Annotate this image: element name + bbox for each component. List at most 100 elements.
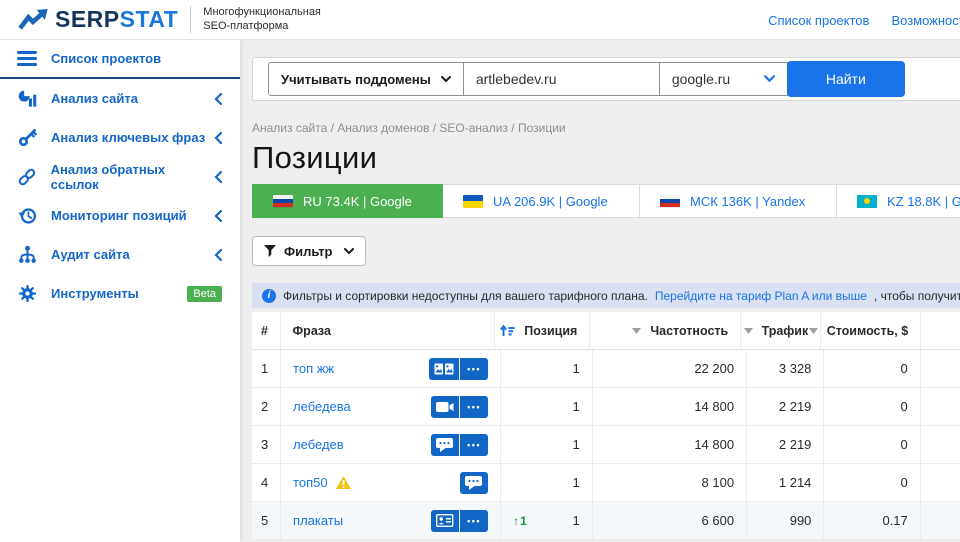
- header-link-features[interactable]: Возможности: [891, 13, 960, 28]
- upgrade-plan-link[interactable]: Перейдите на тариф Plan A или выше: [655, 289, 867, 303]
- serp-feature-pictures-badge[interactable]: [429, 358, 459, 380]
- keyword-link[interactable]: топ50: [293, 475, 328, 490]
- video-icon: [436, 401, 454, 413]
- volume-cell: 14 800: [593, 388, 747, 425]
- table-row: 3 лебедев ••• 1 14 800 2 219 0: [252, 426, 960, 464]
- domain-input[interactable]: [464, 62, 660, 96]
- brand-tagline: Многофункциональная SEO-платформа: [203, 6, 321, 34]
- breadcrumb-item[interactable]: Анализ доменов: [337, 121, 429, 135]
- keyword-link[interactable]: лебедев: [293, 437, 344, 452]
- info-icon: i: [262, 289, 276, 303]
- col-header-position[interactable]: Позиция: [495, 312, 590, 349]
- more-features-badge[interactable]: •••: [460, 434, 488, 456]
- tab-ua-google[interactable]: UA 206.9K | Google: [443, 184, 640, 218]
- phrase-cell: топ50: [281, 464, 501, 501]
- filter-button[interactable]: Фильтр: [252, 236, 366, 266]
- ru-flag-icon: [273, 195, 293, 208]
- col-header-volume[interactable]: Частотность: [590, 312, 741, 349]
- page-title: Позиции: [252, 140, 960, 176]
- keyword-link[interactable]: лебедева: [293, 399, 351, 414]
- breadcrumb-item[interactable]: SEO-анализ: [439, 121, 508, 135]
- serp-feature-comments-badge[interactable]: [431, 434, 459, 456]
- row-number: 3: [252, 426, 281, 463]
- chevron-left-icon: [214, 249, 222, 261]
- sidebar-item-project-list[interactable]: Список проектов: [0, 40, 240, 79]
- col-header-num: #: [252, 312, 281, 349]
- sidebar-item-site-audit[interactable]: Аудит сайта: [0, 235, 240, 274]
- header-nav: Список проектов Возможности: [768, 0, 960, 40]
- header-link-project-list[interactable]: Список проектов: [768, 13, 869, 28]
- chevron-left-icon: [214, 132, 222, 144]
- domain-search-card: Учитывать поддомены google.ru Найти: [252, 57, 960, 101]
- search-engine-select[interactable]: google.ru: [660, 62, 788, 96]
- more-features-badge[interactable]: •••: [460, 510, 488, 532]
- hamburger-icon: [16, 51, 38, 66]
- id-card-icon: [436, 514, 454, 527]
- kz-flag-icon: [857, 195, 877, 208]
- brand-name: SERPSTAT: [55, 6, 178, 33]
- position-cell: 1: [501, 388, 593, 425]
- traffic-cell: 2 219: [747, 388, 824, 425]
- link-icon: [16, 167, 38, 187]
- sidebar-item-keyword-analysis[interactable]: Анализ ключевых фраз: [0, 118, 240, 157]
- volume-cell: 14 800: [593, 426, 747, 463]
- cost-cell: 0: [824, 426, 920, 463]
- serp-feature-comments-badge[interactable]: [460, 472, 488, 494]
- traffic-cell: 2 219: [747, 426, 824, 463]
- search-submit-button[interactable]: Найти: [787, 61, 905, 97]
- table-row: 4 топ50 1 8 100 1 214 0: [252, 464, 960, 502]
- serpstat-logo[interactable]: SERPSTAT: [18, 6, 178, 33]
- phrase-cell: плакаты •••: [281, 502, 501, 539]
- more-features-badge[interactable]: •••: [460, 396, 488, 418]
- sort-down-icon: [809, 328, 818, 334]
- serp-feature-video-badge[interactable]: [431, 396, 459, 418]
- chevron-left-icon: [214, 93, 222, 105]
- traffic-cell: 1 214: [747, 464, 824, 501]
- key-icon: [16, 128, 38, 147]
- col-header-cost[interactable]: Стоимость, $: [821, 312, 921, 349]
- row-number: 1: [252, 350, 281, 387]
- row-number: 2: [252, 388, 281, 425]
- table-header-row: # Фраза Позиция Частотность Трафик Стоим…: [252, 312, 960, 350]
- extra-cell: [921, 388, 960, 425]
- keyword-link[interactable]: плакаты: [293, 513, 343, 528]
- more-features-badge[interactable]: •••: [460, 358, 488, 380]
- extra-cell: [921, 350, 960, 387]
- sidebar-item-tools[interactable]: Инструменты Beta: [0, 274, 240, 313]
- tab-ru-google[interactable]: RU 73.4K | Google: [252, 184, 443, 218]
- breadcrumb-item[interactable]: Анализ сайта: [252, 121, 327, 135]
- position-cell: 1: [501, 350, 593, 387]
- sort-asc-icon: [500, 325, 515, 337]
- sort-down-icon: [632, 328, 641, 334]
- plan-restriction-banner: i Фильтры и сортировки недоступны для ва…: [252, 283, 960, 308]
- sidebar-item-site-analysis[interactable]: Анализ сайта: [0, 79, 240, 118]
- ellipsis-icon: •••: [467, 364, 481, 374]
- tab-kz-google[interactable]: KZ 18.8K | Google: [837, 184, 960, 218]
- chevron-left-icon: [214, 171, 222, 183]
- serpstat-chart-icon: [18, 9, 48, 31]
- subdomains-dropdown[interactable]: Учитывать поддомены: [268, 62, 464, 96]
- phrase-cell: топ жж •••: [281, 350, 501, 387]
- keyword-link[interactable]: топ жж: [293, 361, 334, 376]
- breadcrumb: Анализ сайта / Анализ доменов / SEO-анал…: [252, 121, 960, 135]
- sitemap-icon: [16, 245, 38, 264]
- ellipsis-icon: •••: [467, 440, 481, 450]
- warning-icon[interactable]: [336, 476, 351, 489]
- phrase-cell: лебедев •••: [281, 426, 501, 463]
- serp-feature-id-card-badge[interactable]: [431, 510, 459, 532]
- sidebar-item-backlink-analysis[interactable]: Анализ обратных ссылок: [0, 157, 240, 196]
- comments-icon: [436, 438, 454, 452]
- table-row: 2 лебедева ••• 1 14 800 2 219 0: [252, 388, 960, 426]
- sidebar-nav: Список проектов Анализ сайта Анализ ключ…: [0, 40, 240, 542]
- chevron-down-icon: [764, 75, 775, 83]
- tab-msk-yandex[interactable]: МСК 136K | Yandex: [640, 184, 837, 218]
- volume-cell: 22 200: [593, 350, 747, 387]
- sidebar-item-rank-monitoring[interactable]: Мониторинг позиций: [0, 196, 240, 235]
- logo-divider: [190, 6, 191, 33]
- top-header: SERPSTAT Многофункциональная SEO-платфор…: [0, 0, 960, 40]
- history-icon: [16, 206, 38, 225]
- main-content: Учитывать поддомены google.ru Найти Анал…: [240, 40, 960, 542]
- row-number: 5: [252, 502, 281, 539]
- arrow-up-icon: ↑: [513, 514, 519, 528]
- chevron-down-icon: [441, 76, 451, 83]
